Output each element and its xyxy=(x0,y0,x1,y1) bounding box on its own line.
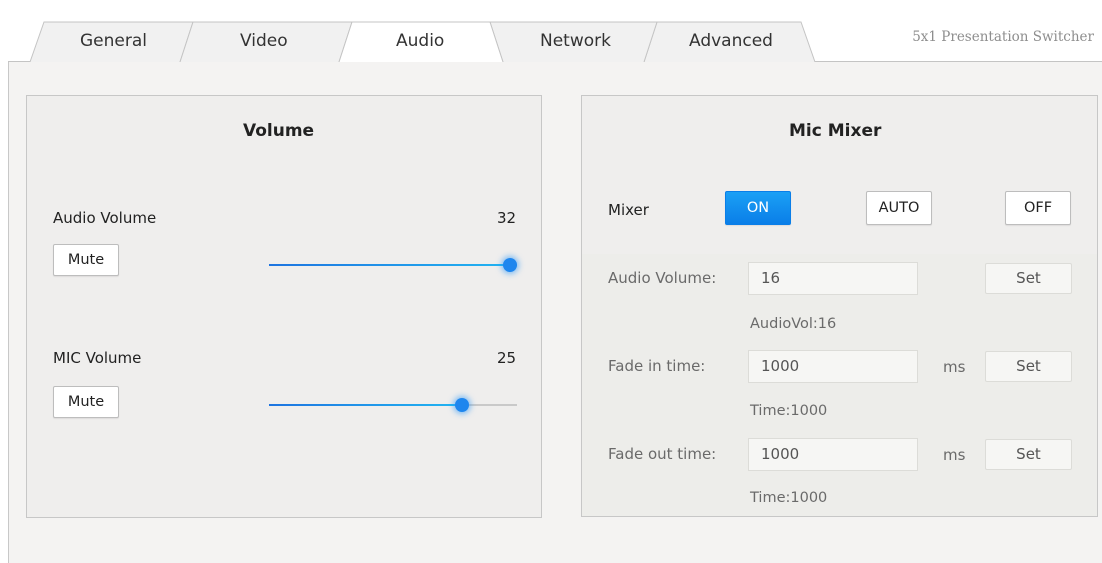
volume-panel-title: Volume xyxy=(243,121,315,141)
mixer-off-button[interactable]: OFF xyxy=(1005,191,1071,225)
mixer-audio-volume-status: AudioVol:16 xyxy=(750,316,837,332)
mic-volume-label: MIC Volume xyxy=(53,349,142,367)
audio-volume-label: Audio Volume xyxy=(53,209,157,227)
tab-advanced[interactable]: Advanced xyxy=(689,31,773,51)
mixer-audio-volume-label: Audio Volume: xyxy=(608,269,717,287)
fade-out-set-button[interactable]: Set xyxy=(985,439,1072,470)
fade-in-input[interactable]: 1000 xyxy=(748,350,918,383)
audio-volume-slider[interactable] xyxy=(269,257,517,273)
app-title: 5x1 Presentation Switcher xyxy=(912,29,1094,45)
fade-in-unit: ms xyxy=(943,358,966,376)
audio-slider-fill xyxy=(269,264,517,266)
mic-slider-fill xyxy=(269,404,463,406)
fade-out-status: Time:1000 xyxy=(750,490,828,506)
tab-video[interactable]: Video xyxy=(240,31,288,51)
audio-slider-thumb[interactable] xyxy=(503,258,517,272)
fade-out-label: Fade out time: xyxy=(608,445,717,463)
fade-out-input[interactable]: 1000 xyxy=(748,438,918,471)
audio-mute-button[interactable]: Mute xyxy=(53,244,119,276)
audio-volume-value: 32 xyxy=(497,209,517,227)
tab-bar: General Video Audio Network Advanced 5x1… xyxy=(0,0,1102,62)
mixer-auto-button[interactable]: AUTO xyxy=(866,191,932,225)
volume-panel xyxy=(26,95,542,518)
fade-out-unit: ms xyxy=(943,446,966,464)
tab-general[interactable]: General xyxy=(80,31,147,51)
mixer-audio-volume-input[interactable]: 16 xyxy=(748,262,918,295)
fade-in-status: Time:1000 xyxy=(750,403,828,419)
tab-network[interactable]: Network xyxy=(540,31,611,51)
mic-mixer-title: Mic Mixer xyxy=(789,121,882,141)
mic-slider-thumb[interactable] xyxy=(455,398,470,412)
mic-volume-value: 25 xyxy=(497,349,517,367)
mic-volume-slider[interactable] xyxy=(269,397,517,413)
mic-mute-button[interactable]: Mute xyxy=(53,386,119,418)
mixer-on-button[interactable]: ON xyxy=(725,191,791,225)
mixer-audio-volume-set-button[interactable]: Set xyxy=(985,263,1072,294)
tab-audio[interactable]: Audio xyxy=(396,31,444,51)
fade-in-label: Fade in time: xyxy=(608,357,706,375)
mixer-label: Mixer xyxy=(608,201,649,219)
fade-in-set-button[interactable]: Set xyxy=(985,351,1072,382)
